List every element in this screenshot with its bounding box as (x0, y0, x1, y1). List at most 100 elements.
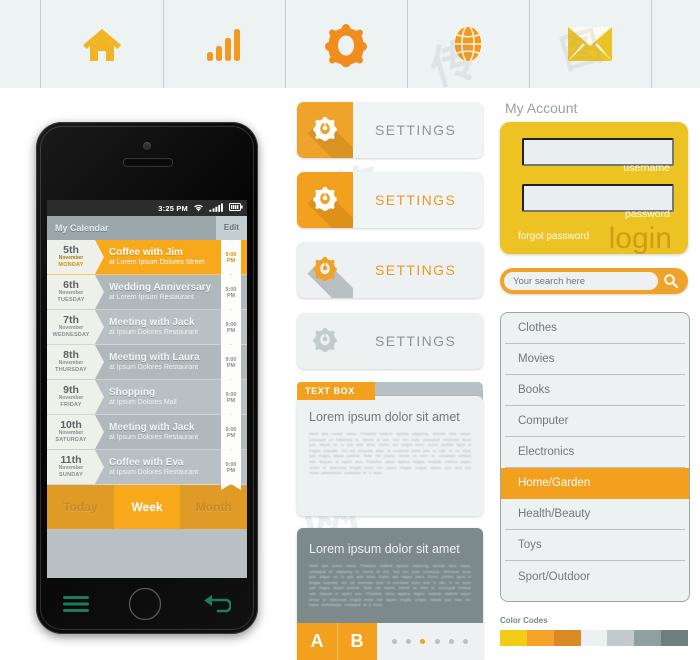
gray-card-footer: A B (297, 623, 483, 660)
pagination-dot[interactable] (463, 639, 469, 644)
event-body: Meeting with Laura at Ipsum Dolores Resta… (95, 345, 221, 379)
event-day: 9th (63, 384, 79, 396)
event-place: at Ipsum Dolores Restaurant (109, 329, 199, 336)
calendar-edit-button[interactable]: Edit (215, 216, 247, 240)
calendar-event-row[interactable]: 8th November THURSDAY Meeting with Laura at … (47, 345, 247, 385)
username-caption: username (623, 162, 670, 174)
event-body: Coffee with Eva at Ipsum Dolores Restaura… (95, 450, 221, 484)
iconbar-item-settings[interactable] (285, 0, 407, 88)
event-weekday: SATURDAY (55, 437, 87, 443)
calendar-event-row[interactable]: 11th November SUNDAY Coffee with Eva at Ipsu… (47, 450, 247, 490)
calendar-title: My Calendar (55, 223, 109, 233)
textbox-card: Lorem ipsum dolor sit amet Morbi quis cu… (297, 396, 483, 516)
settings-button[interactable]: SETTINGS (297, 172, 483, 228)
iconbar-item-globe[interactable] (407, 0, 529, 88)
envelope-icon (567, 25, 613, 63)
settings-button-label: SETTINGS (375, 192, 457, 208)
hamburger-menu-icon[interactable] (63, 595, 89, 618)
segment-today[interactable]: Today (47, 485, 114, 529)
settings-button[interactable]: SETTINGS (297, 242, 483, 298)
top-icon-bar (0, 0, 700, 88)
color-swatch (580, 630, 608, 646)
segment-month[interactable]: Month (180, 485, 247, 529)
event-title: Coffee with Jim (109, 247, 183, 258)
event-place: at Lorem Ipsum Restaurant (109, 294, 194, 301)
category-item-sport-outdoor[interactable]: Sport/Outdoor (505, 561, 685, 592)
event-place: at Ipsum Dolores Restaurant (109, 469, 199, 476)
event-time-period: PM (226, 467, 236, 474)
button-a[interactable]: A (297, 623, 337, 660)
event-month: November (58, 430, 84, 436)
calendar-event-row[interactable]: 9th November FRIDAY Shopping at Ipsum Dolore… (47, 380, 247, 420)
event-time-tag: 9:00 PM (221, 275, 241, 315)
event-month: November (58, 395, 84, 401)
pagination-dot[interactable] (405, 639, 411, 644)
settings-button[interactable]: SETTINGS (297, 313, 483, 369)
category-item-health-beauty[interactable]: Health/Beauty (505, 499, 685, 530)
color-codes-title: Color Codes (500, 616, 548, 625)
category-item-toys[interactable]: Toys (505, 530, 685, 561)
textbox-body: Morbi quis cursus metus. Phasellus eleif… (309, 432, 471, 476)
search-input[interactable] (504, 272, 658, 290)
pagination-dot[interactable] (434, 639, 440, 644)
forgot-password-link[interactable]: forgot password (518, 231, 589, 242)
event-time-period: PM (226, 432, 236, 439)
event-day: 10th (60, 419, 82, 431)
pagination-dot[interactable] (448, 639, 454, 644)
pagination-dot[interactable] (420, 639, 426, 644)
calendar-view-segmented-control: Today Week Month (47, 485, 247, 529)
home-button[interactable] (128, 587, 162, 626)
color-swatch (607, 630, 635, 646)
event-body: Shopping at Ipsum Dolores Mall (95, 380, 221, 414)
speaker-grille (123, 158, 173, 167)
event-month: November (58, 465, 84, 471)
gray-card-heading: Lorem ipsum dolor sit amet (309, 542, 460, 556)
category-item-clothes[interactable]: Clothes (505, 313, 685, 344)
iconbar-item-home[interactable] (40, 0, 163, 88)
category-item-home-garden[interactable]: Home/Garden (501, 468, 689, 499)
search-icon[interactable] (658, 273, 684, 289)
settings-button-label: SETTINGS (375, 122, 457, 138)
event-time-period: PM (226, 327, 236, 334)
category-item-movies[interactable]: Movies (505, 344, 685, 375)
calendar-event-row[interactable]: 10th November SATURDAY Meeting with Jack at … (47, 415, 247, 455)
category-item-books[interactable]: Books (505, 375, 685, 406)
iconbar-item-mail[interactable] (529, 0, 651, 88)
settings-button[interactable]: SETTINGS (297, 102, 483, 158)
textbox-tab-label[interactable]: TEXT BOX (297, 382, 375, 400)
event-day: 11th (60, 454, 82, 466)
event-time-tag: 9:00 PM (221, 345, 241, 385)
event-date: 9th November FRIDAY (47, 380, 104, 414)
button-b[interactable]: B (337, 623, 377, 660)
calendar-event-row[interactable]: 7th November WEDNESDAY Meeting with Jack at … (47, 310, 247, 350)
color-swatch (500, 630, 527, 646)
event-time-period: PM (226, 397, 236, 404)
color-codes-swatches (500, 630, 689, 646)
category-item-computer[interactable]: Computer (505, 406, 685, 437)
settings-icon-tile (297, 313, 353, 369)
password-caption: password (625, 208, 670, 220)
phone-bottom-nav (47, 584, 247, 628)
login-button[interactable]: login (609, 222, 672, 256)
event-body: Meeting with Jack at Ipsum Dolores Restau… (95, 310, 221, 344)
event-date: 11th November SUNDAY (47, 450, 104, 484)
calendar-header: My Calendar Edit (47, 216, 247, 240)
event-month: November (58, 290, 84, 296)
color-swatch (661, 630, 689, 646)
calendar-event-row[interactable]: 5th November MONDAY Coffee with Jim at Lorem… (47, 240, 247, 280)
event-time-tag: 9:00 PM (221, 240, 241, 280)
back-arrow-icon[interactable] (201, 594, 232, 619)
pagination-dot[interactable] (391, 639, 397, 644)
segment-week[interactable]: Week (113, 485, 181, 529)
signal-bars-icon (204, 24, 244, 64)
event-title: Shopping (109, 387, 156, 398)
iconbar-item-signal[interactable] (163, 0, 285, 88)
calendar-event-row[interactable]: 6th November TUESDAY Wedding Anniversary at … (47, 275, 247, 315)
settings-button-label: SETTINGS (375, 333, 457, 349)
calendar-event-list: 5th November MONDAY Coffee with Jim at Lorem… (47, 240, 247, 490)
search-bar (500, 268, 688, 294)
color-swatch (634, 630, 662, 646)
category-item-electronics[interactable]: Electronics (505, 437, 685, 468)
event-weekday: FRIDAY (60, 402, 82, 408)
event-time-tag: 9:00 PM (221, 415, 241, 455)
